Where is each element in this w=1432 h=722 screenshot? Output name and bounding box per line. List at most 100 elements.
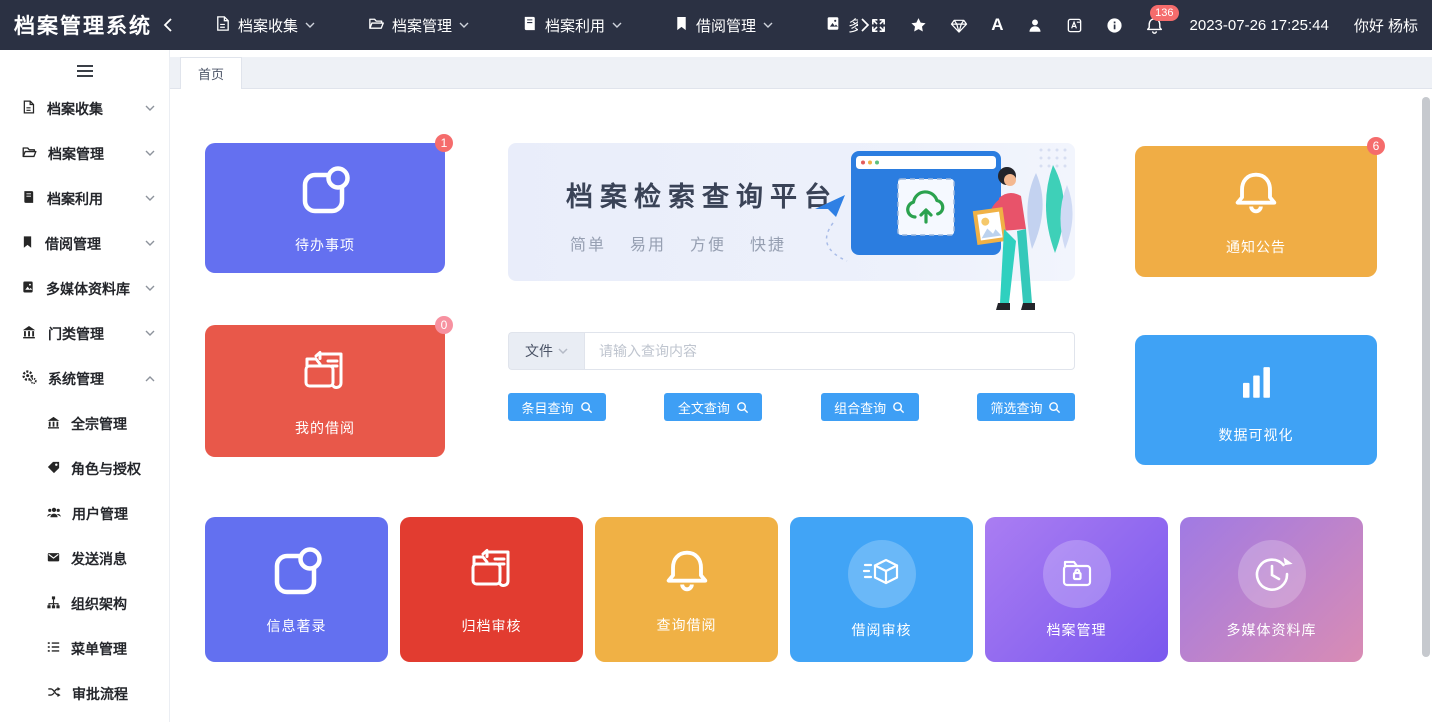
quick-card-info-entry[interactable]: 信息著录: [205, 517, 388, 662]
search-buttons: 条目查询 全文查询 组合查询 筛选查询: [508, 393, 1075, 421]
notification-badge: 136: [1150, 5, 1178, 21]
collapse-chevron-icon[interactable]: [162, 17, 174, 33]
chevron-down-icon: [145, 105, 155, 112]
search-input[interactable]: [585, 333, 1074, 369]
app-header: 档案管理系统 档案收集 档案管理 档案利用 借阅管理 多媒体资料库: [0, 0, 1432, 50]
quick-card-multimedia[interactable]: 多媒体资料库: [1180, 517, 1363, 662]
todo-card[interactable]: 待办事项 1: [205, 143, 445, 273]
sidebar-item-borrow-manage[interactable]: 借阅管理: [0, 221, 169, 266]
sidebar-item-approval-flow[interactable]: 审批流程: [0, 671, 169, 716]
folder-open-icon: [367, 15, 385, 36]
hamburger-icon[interactable]: [0, 50, 169, 86]
tag-icon: [46, 460, 61, 478]
chevron-down-icon: [558, 348, 568, 355]
tab-home[interactable]: 首页: [180, 57, 242, 89]
search-bar: 文件: [508, 332, 1075, 370]
sidebar-item-menu-manage[interactable]: 菜单管理: [0, 626, 169, 671]
folder-lock-icon: [1043, 540, 1111, 608]
todo-icon: [296, 162, 354, 223]
fullscreen-icon[interactable]: [870, 17, 887, 34]
search-platform-banner: 档案检索查询平台 简单 易用 方便 快捷: [508, 143, 1075, 281]
card-label: 我的借阅: [295, 418, 355, 438]
banner-title: 档案检索查询平台: [566, 175, 838, 214]
search-category-select[interactable]: 文件: [508, 332, 584, 370]
fulltext-search-button[interactable]: 全文查询: [664, 393, 762, 421]
borrow-badge: 0: [435, 316, 453, 334]
sidebar-item-roles-auth[interactable]: 角色与授权: [0, 446, 169, 491]
folder-doc-icon: [463, 543, 521, 604]
book-icon: [521, 15, 538, 36]
nav-item-archive-manage[interactable]: 档案管理: [341, 0, 495, 50]
gem-icon[interactable]: [950, 17, 968, 34]
cube-icon: [848, 540, 916, 608]
app-title: 档案管理系统: [0, 10, 162, 40]
chevron-down-icon: [305, 22, 315, 29]
nav-item-borrow-manage[interactable]: 借阅管理: [648, 0, 799, 50]
banner-tags: 简单 易用 方便 快捷: [570, 231, 786, 255]
sidebar-item-fonds-manage[interactable]: 全宗管理: [0, 401, 169, 446]
bank-icon: [21, 324, 37, 343]
entry-search-button[interactable]: 条目查询: [508, 393, 606, 421]
list-icon: [46, 640, 61, 657]
translate-icon[interactable]: [1066, 17, 1083, 34]
sidebar: 档案收集 档案管理 档案利用 借阅管理 多媒体资料库 门类管理 系统管理 全宗管…: [0, 50, 170, 722]
document-icon: [214, 15, 231, 36]
chevron-down-icon: [145, 150, 155, 157]
banner-illustration: [803, 143, 1073, 313]
card-label: 数据可视化: [1219, 425, 1294, 445]
user-icon[interactable]: [1027, 17, 1043, 34]
datetime: 2023-07-26 17:25:44: [1190, 17, 1329, 34]
bookmark-icon: [674, 15, 689, 36]
greeting[interactable]: 你好 杨标: [1354, 15, 1418, 36]
chevron-down-icon: [145, 285, 155, 292]
sidebar-item-send-message[interactable]: 发送消息: [0, 536, 169, 581]
chevron-up-icon: [145, 375, 155, 382]
shuffle-icon: [46, 685, 62, 702]
combo-search-button[interactable]: 组合查询: [821, 393, 919, 421]
filter-search-button[interactable]: 筛选查询: [977, 393, 1075, 421]
chevron-down-icon: [459, 22, 469, 29]
sidebar-item-archive-collect[interactable]: 档案收集: [0, 86, 169, 131]
media-file-icon: [825, 15, 841, 36]
star-icon[interactable]: [910, 17, 927, 34]
search-icon: [736, 401, 749, 414]
nav-item-archive-collect[interactable]: 档案收集: [188, 0, 341, 50]
chevron-down-icon: [145, 330, 155, 337]
card-label: 待办事项: [295, 235, 355, 255]
quick-card-archive-manage[interactable]: 档案管理: [985, 517, 1168, 662]
bar-chart-icon: [1228, 356, 1284, 413]
todo-badge: 1: [435, 134, 453, 152]
card-label: 通知公告: [1226, 237, 1286, 257]
vertical-scrollbar[interactable]: [1422, 97, 1430, 657]
quick-cards: 信息著录 归档审核 查询借阅 借阅审核 档案管理 多媒体资料库: [205, 517, 1363, 662]
data-viz-card[interactable]: 数据可视化: [1135, 335, 1377, 465]
sidebar-item-system-manage[interactable]: 系统管理: [0, 356, 169, 401]
my-borrow-card[interactable]: 我的借阅 0: [205, 325, 445, 457]
sidebar-item-user-manage[interactable]: 用户管理: [0, 491, 169, 536]
info-icon[interactable]: [1106, 17, 1123, 34]
nav-item-multimedia[interactable]: 多媒体资料库: [799, 0, 858, 50]
font-size-icon[interactable]: A: [991, 15, 1003, 35]
sidebar-item-category-manage[interactable]: 门类管理: [0, 311, 169, 356]
notification-bell-icon[interactable]: 136: [1146, 16, 1163, 34]
notice-card[interactable]: 通知公告 6: [1135, 146, 1377, 277]
quick-card-archive-review[interactable]: 归档审核: [400, 517, 583, 662]
nav-item-archive-use[interactable]: 档案利用: [495, 0, 648, 50]
book-icon: [21, 189, 36, 208]
bookmark-icon: [21, 234, 34, 253]
sidebar-item-archive-manage[interactable]: 档案管理: [0, 131, 169, 176]
nav-more-icon[interactable]: [860, 18, 870, 32]
sidebar-item-multimedia[interactable]: 多媒体资料库: [0, 266, 169, 311]
envelope-icon: [46, 550, 61, 567]
top-navigation: 档案收集 档案管理 档案利用 借阅管理 多媒体资料库: [188, 0, 858, 50]
sidebar-item-org-structure[interactable]: 组织架构: [0, 581, 169, 626]
notice-badge: 6: [1367, 137, 1385, 155]
quick-card-query-borrow[interactable]: 查询借阅: [595, 517, 778, 662]
tab-bar: 首页: [170, 57, 1432, 89]
sidebar-item-archive-use[interactable]: 档案利用: [0, 176, 169, 221]
sitemap-icon: [46, 595, 61, 613]
chevron-down-icon: [145, 195, 155, 202]
bell-icon: [659, 544, 715, 603]
quick-card-borrow-review[interactable]: 借阅审核: [790, 517, 973, 662]
todo-icon: [268, 543, 326, 604]
